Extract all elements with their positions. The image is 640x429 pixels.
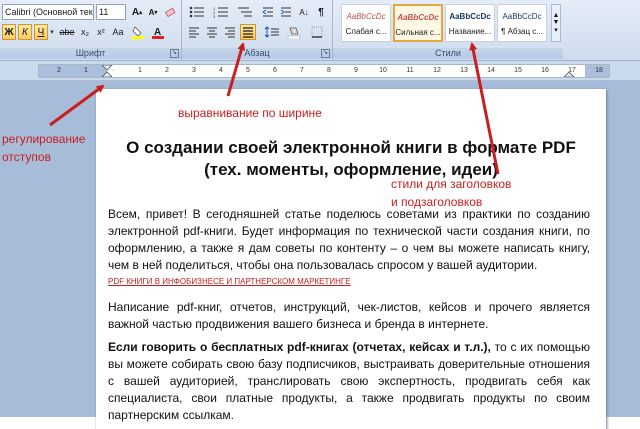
paragraph-group: 123 A↓ ¶ Абзац ↘	[182, 0, 333, 60]
annotation-styles-line1: стили для заголовков	[391, 177, 512, 191]
multilevel-list-icon[interactable]	[234, 4, 256, 20]
document-canvas: О создании своей электронной книги в фор…	[0, 81, 640, 429]
show-marks-icon[interactable]: ¶	[314, 4, 328, 20]
paragraph-intro: Всем, привет! В сегодняшней статье подел…	[108, 207, 590, 272]
paragraph-dialog-launcher-icon[interactable]: ↘	[321, 49, 330, 58]
indent-marker-icon[interactable]	[101, 65, 113, 77]
svg-text:3: 3	[213, 14, 216, 18]
scroll-down-icon[interactable]: ▼	[553, 19, 560, 26]
annotation-styles-line2: и подзаголовков	[391, 195, 483, 209]
document-title-line2: (тех. моменты, оформление, идеи)	[204, 160, 498, 179]
style-subtle-emphasis[interactable]: AaBbCcDc Слабая с...	[341, 4, 391, 42]
sort-icon[interactable]: A↓	[296, 4, 312, 20]
ruler-number: 5	[246, 67, 250, 74]
ruler-number: 15	[514, 67, 522, 74]
ruler-number: 6	[273, 67, 277, 74]
ruler-number: 18	[595, 67, 603, 74]
ruler-number: 8	[327, 67, 331, 74]
ruler-number: 4	[219, 67, 223, 74]
ruler-number: 12	[433, 67, 441, 74]
strikethrough-button[interactable]: abe	[58, 24, 76, 40]
font-dialog-launcher-icon[interactable]: ↘	[170, 49, 179, 58]
ruler-number: 11	[406, 67, 414, 74]
shading-icon[interactable]	[284, 24, 304, 40]
subscript-button[interactable]: x₂	[78, 24, 92, 40]
highlight-color-icon[interactable]	[130, 24, 146, 40]
align-right-icon[interactable]	[222, 24, 238, 40]
superscript-button[interactable]: x²	[94, 24, 108, 40]
styles-group: AaBbCcDc Слабая с... AaBbCcDc Сильная с.…	[333, 0, 640, 60]
clear-format-icon[interactable]	[163, 4, 177, 20]
document-title-line1: О создании своей электронной книги в фор…	[126, 138, 576, 157]
annotation-indent-line2: отступов	[2, 150, 51, 164]
italic-button[interactable]: К	[18, 24, 32, 40]
bullets-icon[interactable]	[186, 4, 208, 20]
style-title[interactable]: AaBbCcDc Название...	[445, 4, 495, 42]
paragraph-group-label: Абзац	[182, 48, 332, 59]
font-group-label: Шрифт	[0, 48, 181, 59]
ruler-number: 9	[354, 67, 358, 74]
scroll-up-icon[interactable]: ▲	[553, 12, 560, 19]
ruler-number: 1	[84, 67, 88, 74]
align-center-icon[interactable]	[204, 24, 220, 40]
ruler-number: 1	[138, 67, 142, 74]
ribbon: Calibri (Основной текс 11 A ▴ A ▾ Ж К Ч ▾ …	[0, 0, 640, 61]
more-icon[interactable]: ▾	[554, 26, 558, 34]
grow-font-button[interactable]: A ▴	[130, 4, 144, 20]
ruler-area: 2 1 · 1 2 3 4 5 6 7 8 9 10 11 12 13 14 15 16 17 18	[0, 61, 640, 81]
style-name: Слабая с...	[345, 27, 387, 36]
ruler-number: 7	[300, 67, 304, 74]
align-left-icon[interactable]	[186, 24, 202, 40]
increase-indent-icon[interactable]	[278, 4, 294, 20]
style-list-paragraph[interactable]: AaBbCcDc ¶ Абзац с...	[497, 4, 547, 42]
style-sample: AaBbCcDc	[449, 12, 491, 21]
font-name-combo[interactable]: Calibri (Основной текс	[2, 4, 94, 20]
decrease-indent-icon[interactable]	[260, 4, 276, 20]
style-intense-emphasis[interactable]: AaBbCcDc Сильная с...	[393, 4, 443, 42]
annotation-justify: выравнивание по ширине	[178, 106, 322, 120]
line-spacing-icon[interactable]	[262, 24, 282, 40]
underline-dropdown-icon[interactable]: ▾	[48, 24, 56, 40]
horizontal-ruler[interactable]: 2 1 · 1 2 3 4 5 6 7 8 9 10 11 12 13 14 15 16 17 18	[38, 64, 610, 78]
annotation-indent-line1: регулирование	[2, 132, 86, 146]
font-group: Calibri (Основной текс 11 A ▴ A ▾ Ж К Ч ▾ …	[0, 0, 182, 60]
style-sample: AaBbCcDc	[397, 13, 439, 22]
ruler-number: 2	[165, 67, 169, 74]
paragraph-free-books: Если говорить о бесплатных pdf-книгах (о…	[108, 339, 590, 424]
style-name: Сильная с...	[395, 28, 441, 37]
style-name: Название...	[448, 27, 492, 36]
style-sample: AaBbCcDc	[346, 12, 386, 21]
ruler-number: 13	[460, 67, 468, 74]
shrink-font-button[interactable]: A ▾	[146, 4, 160, 20]
borders-icon[interactable]	[308, 24, 326, 40]
font-color-icon[interactable]: A	[150, 24, 166, 40]
justify-icon[interactable]	[240, 24, 256, 40]
ruler-number: 16	[541, 67, 549, 74]
bold-button[interactable]: Ж	[2, 24, 16, 40]
font-size-combo[interactable]: 11	[96, 4, 126, 20]
style-name: ¶ Абзац с...	[501, 27, 543, 36]
right-indent-marker-icon[interactable]	[563, 65, 575, 77]
section-heading-link[interactable]: PDF КНИГИ В ИНФОБИЗНЕСЕ И ПАРТНЕРСКОМ МА…	[108, 277, 351, 286]
style-sample: AaBbCcDc	[502, 12, 542, 21]
ruler-number: 14	[487, 67, 495, 74]
ruler-number: 3	[192, 67, 196, 74]
ruler-left-margin	[39, 65, 107, 77]
ruler-number: 2	[57, 67, 61, 74]
paragraph-writing: Написание pdf-книг, отчетов, инструкций,…	[108, 300, 590, 331]
underline-button[interactable]: Ч	[34, 24, 48, 40]
numbering-icon[interactable]: 123	[210, 4, 232, 20]
styles-group-label: Стили	[333, 48, 563, 59]
ruler-number: 10	[379, 67, 387, 74]
change-case-button[interactable]: Aa	[110, 24, 126, 40]
document-page[interactable]: О создании своей электронной книги в фор…	[96, 89, 606, 429]
styles-scroll[interactable]: ▲ ▼ ▾	[551, 4, 561, 42]
paragraph-free-books-bold: Если говорить о бесплатных pdf-книгах (о…	[108, 340, 491, 354]
